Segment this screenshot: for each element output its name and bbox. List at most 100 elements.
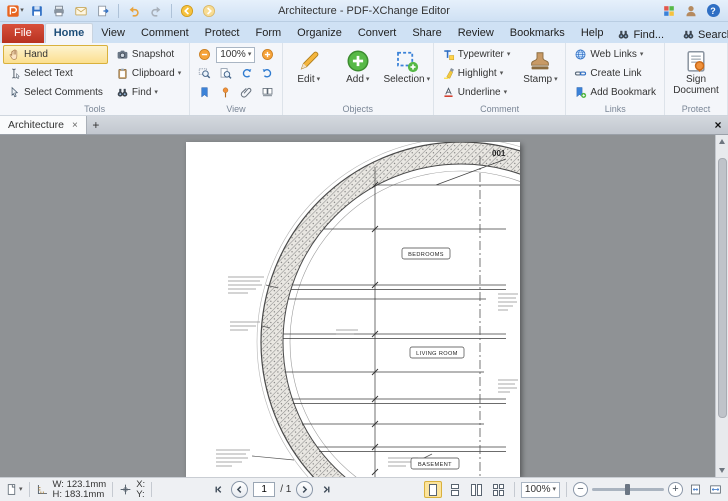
annotations-pane-button[interactable] [216,84,234,101]
add-bookmark-button[interactable]: Add Bookmark [569,83,661,102]
clipboard-button[interactable]: Clipboard ▾ [111,64,186,83]
edit-objects-caret: ▾ [316,76,321,83]
select-text-button[interactable]: Select Text [3,64,108,83]
scrollbar-track[interactable] [717,148,727,464]
clipboard-label: Clipboard [131,68,175,79]
underline-button[interactable]: Underline ▾ [437,83,516,102]
zoom-slider[interactable] [592,484,664,495]
fit-width-button[interactable] [707,482,723,498]
document-tab-close-icon[interactable]: × [72,120,78,131]
undo-button[interactable] [124,2,144,20]
page-options-icon [5,483,18,496]
status-zoom-combo[interactable]: 100% ▾ [520,481,560,498]
typewriter-icon [442,48,455,61]
help-icon: ? [706,4,720,17]
architecture-drawing: 001 BEDROOMS LIVING ROOM BASEMENT [216,142,520,477]
status-zoom-value: 100% [524,484,551,495]
create-link-icon [574,67,587,80]
vertical-scrollbar[interactable] [715,135,728,477]
zoom-slider-handle[interactable] [625,484,630,495]
ribbon-home: Hand Select Text Select Comments Snapsho… [0,43,728,116]
edit-objects-button[interactable]: Edit ▾ [286,45,332,103]
email-button[interactable] [71,2,91,20]
rotate-cw-icon [261,67,274,80]
fit-page-button[interactable] [687,482,703,498]
rotate-ccw-button[interactable] [237,65,255,82]
tab-help[interactable]: Help [573,24,612,43]
wall-hatch-band [261,142,520,477]
tab-convert[interactable]: Convert [350,24,405,43]
tab-home[interactable]: Home [44,23,94,44]
last-page-button[interactable] [318,482,334,498]
profile-button[interactable] [681,2,701,20]
tab-review[interactable]: Review [450,24,502,43]
find-tool-icon [116,86,129,99]
document-view-area[interactable]: 001 BEDROOMS LIVING ROOM BASEMENT [0,135,728,477]
tab-view[interactable]: View [93,24,133,43]
app-menu-button[interactable]: ▾ [5,2,25,20]
tab-form[interactable]: Form [248,24,290,43]
snapshot-button[interactable]: Snapshot [111,45,186,64]
status-zoom-out-button[interactable]: − [573,482,588,497]
save-button[interactable] [27,2,47,20]
stamp-button[interactable]: Stamp ▾ [518,45,562,103]
ribbon-zoom-combo[interactable]: 100% ▾ [216,46,256,63]
web-links-button[interactable]: Web Links ▾ [569,45,661,64]
tab-protect[interactable]: Protect [197,24,248,43]
bookmarks-pane-button[interactable] [195,84,213,101]
next-page-button[interactable] [296,481,314,498]
create-link-button[interactable]: Create Link [569,64,661,83]
attachments-pane-button[interactable] [237,84,255,101]
previous-view-button[interactable] [177,2,197,20]
next-view-button[interactable] [199,2,219,20]
tab-comment[interactable]: Comment [133,24,197,43]
close-document-button[interactable]: × [708,116,728,134]
rotate-cw-button[interactable] [258,65,276,82]
help-button[interactable]: ? [703,2,723,20]
new-document-tab-button[interactable]: + [87,116,105,134]
layout-continuous-button[interactable] [446,481,464,498]
add-objects-button[interactable]: Add ▾ [335,45,381,103]
zoom-controls: 100% ▾ − + [423,481,723,498]
selection-button[interactable]: Selection ▾ [383,45,431,103]
tab-bookmarks[interactable]: Bookmarks [502,24,573,43]
status-separator [112,482,114,497]
ribbon-zoom-value: 100% [220,49,246,60]
status-zoom-in-button[interactable]: + [668,482,683,497]
redo-button[interactable] [146,2,166,20]
export-button[interactable] [93,2,113,20]
previous-page-button[interactable] [231,481,249,498]
status-separator [28,482,30,497]
select-comments-button[interactable]: Select Comments [3,83,108,102]
scroll-down-button[interactable] [716,464,728,477]
thumbnails-pane-button[interactable] [258,84,276,101]
customize-ui-button[interactable] [659,2,679,20]
print-button[interactable] [49,2,69,20]
scroll-up-button[interactable] [716,135,728,148]
zoom-out-button[interactable] [195,46,213,63]
tab-organize[interactable]: Organize [289,24,350,43]
page-options-button[interactable]: ▾ [5,483,23,496]
loupe-button[interactable] [216,65,234,82]
highlight-button[interactable]: Highlight ▾ [437,64,516,83]
zoom-in-button[interactable] [258,46,276,63]
hand-tool-button[interactable]: Hand [3,45,108,64]
find-tool-button[interactable]: Find ▾ [111,83,186,102]
layout-facing-button[interactable] [468,481,486,498]
tab-share[interactable]: Share [404,24,449,43]
layout-single-button[interactable] [423,481,442,498]
selection-caret: ▾ [426,76,431,83]
search-button[interactable]: Search... [676,28,728,43]
scrollbar-thumb[interactable] [717,158,727,418]
pdf-page[interactable]: 001 BEDROOMS LIVING ROOM BASEMENT [186,142,520,477]
layout-facing-continuous-button[interactable] [490,481,508,498]
typewriter-button[interactable]: Typewriter ▾ [437,45,516,64]
document-tab-architecture[interactable]: Architecture × [0,116,87,134]
tab-file[interactable]: File [2,24,44,43]
first-page-button[interactable] [210,482,226,498]
page-number-input[interactable] [253,482,276,497]
marquee-zoom-button[interactable] [195,65,213,82]
find-button[interactable]: Find... [611,28,670,43]
sign-document-button[interactable]: Sign Document [668,45,724,103]
stamp-label: Stamp [523,74,553,85]
